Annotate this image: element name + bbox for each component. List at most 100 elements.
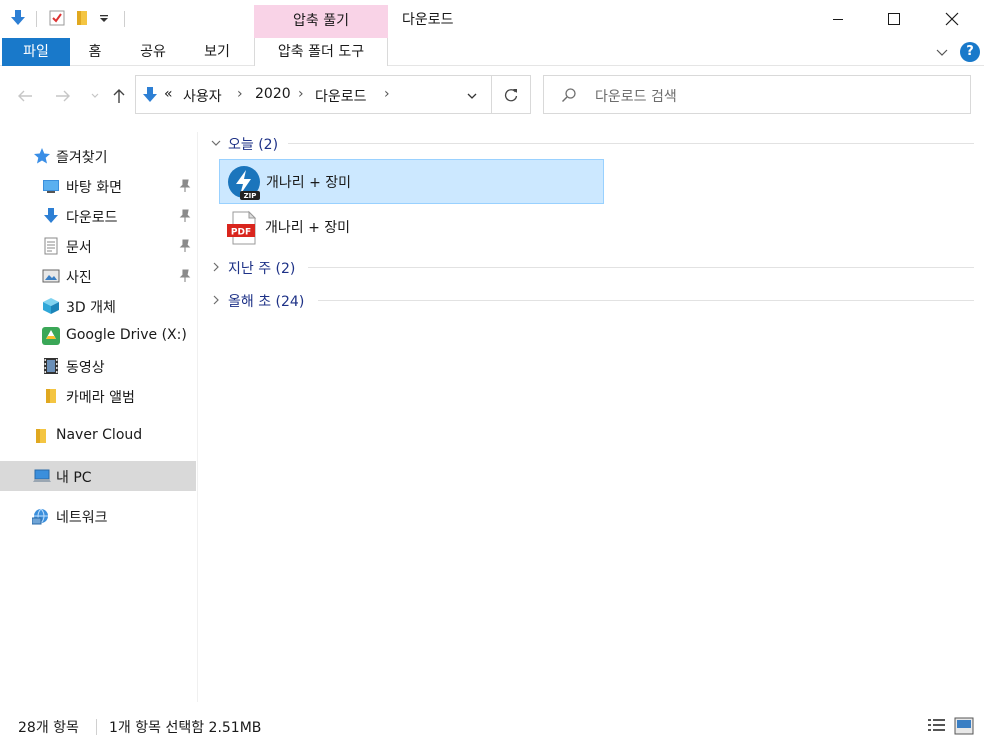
maximize-icon [888, 13, 900, 25]
sidebar-item-label: 내 PC [56, 470, 92, 486]
tab-view[interactable]: 보기 [194, 38, 240, 66]
sidebar-item-naver-cloud[interactable]: Naver Cloud [0, 421, 196, 451]
folder-icon [46, 389, 56, 403]
file-list: 오늘 (2) ZIP 개나리 + 장미 PDF 개나리 + 장미 지난 주 (2… [206, 128, 976, 698]
refresh-icon [504, 88, 517, 101]
sidebar-item-quick-access[interactable]: 즐겨찾기 [0, 141, 196, 171]
breadcrumb-downloads[interactable]: 다운로드 [315, 86, 367, 106]
sidebar-item-desktop[interactable]: 바탕 화면 [0, 171, 196, 201]
pin-icon[interactable] [179, 179, 191, 193]
sidebar-item-3d-objects[interactable]: 3D 개체 [0, 291, 196, 321]
sidebar-item-label: 사진 [66, 270, 92, 286]
file-badge: ZIP [244, 192, 257, 200]
folder-icon [36, 429, 46, 443]
group-header-today[interactable]: 오늘 (2) [206, 131, 974, 155]
sidebar-item-label: 다운로드 [66, 210, 118, 226]
sidebar-item-label: 카메라 앨범 [66, 390, 135, 406]
ribbon-tabs: 파일 홈 공유 보기 압축 폴더 도구 ? [0, 38, 984, 66]
file-name: 개나리 + 장미 [265, 220, 351, 236]
pdf-file-icon: PDF [227, 210, 257, 245]
breadcrumb-users[interactable]: 사용자 [183, 86, 222, 106]
properties-icon[interactable] [48, 9, 66, 27]
minimize-button[interactable] [810, 0, 866, 38]
maximize-button[interactable] [866, 0, 922, 38]
address-overflow[interactable]: « [164, 86, 173, 102]
up-button[interactable] [108, 85, 130, 107]
sidebar-item-downloads[interactable]: 다운로드 [0, 201, 196, 231]
tab-share[interactable]: 공유 [130, 38, 176, 66]
file-name: 개나리 + 장미 [266, 175, 352, 191]
sidebar-item-this-pc[interactable]: 내 PC [0, 461, 196, 491]
expand-ribbon-chevron-icon[interactable] [934, 44, 950, 60]
item-count: 28개 항목 [18, 720, 79, 736]
breadcrumb-2020[interactable]: 2020 [255, 86, 291, 102]
breadcrumb-separator: › [298, 86, 304, 102]
tab-file[interactable]: 파일 [2, 38, 70, 66]
pin-icon[interactable] [179, 269, 191, 283]
group-label: 오늘 (2) [228, 137, 279, 153]
tab-compressed-folder-tools[interactable]: 압축 폴더 도구 [254, 38, 388, 66]
divider [36, 11, 37, 27]
title-bar: 압축 풀기 다운로드 [0, 0, 984, 38]
sidebar-item-camera-roll[interactable]: 카메라 앨범 [0, 381, 196, 411]
group-divider [318, 300, 974, 301]
breadcrumb-separator: › [384, 86, 390, 102]
group-header-last-week[interactable]: 지난 주 (2) [206, 255, 974, 279]
new-folder-icon[interactable] [75, 9, 91, 27]
sidebar-item-documents[interactable]: 문서 [0, 231, 196, 261]
customize-toolbar-icon[interactable] [99, 14, 109, 24]
window-title: 다운로드 [402, 12, 454, 28]
network-icon [32, 508, 48, 525]
group-label: 올해 초 (24) [228, 294, 305, 310]
close-button[interactable] [924, 0, 980, 38]
refresh-button[interactable] [491, 75, 531, 114]
search-placeholder: 다운로드 검색 [595, 89, 677, 105]
back-button[interactable] [14, 85, 36, 107]
chevron-down-icon [91, 93, 99, 98]
download-arrow-icon[interactable] [9, 9, 27, 27]
group-divider [308, 267, 974, 268]
arrow-left-icon [18, 90, 32, 102]
tab-home[interactable]: 홈 [78, 38, 112, 66]
sidebar-item-videos[interactable]: 동영상 [0, 351, 196, 381]
forward-button[interactable] [52, 85, 74, 107]
context-header: 압축 풀기 [254, 5, 388, 38]
sidebar-item-google-drive[interactable]: Google Drive (X:) [0, 321, 196, 351]
sidebar-item-label: Naver Cloud [56, 427, 143, 443]
large-icons-view-icon[interactable] [954, 717, 974, 735]
minimize-icon [833, 19, 843, 20]
desktop-icon [43, 180, 59, 193]
help-button[interactable]: ? [960, 42, 980, 62]
sidebar-item-pictures[interactable]: 사진 [0, 261, 196, 291]
sidebar-item-label: Google Drive (X:) [66, 327, 187, 343]
group-divider [288, 143, 974, 144]
3d-objects-icon [43, 298, 59, 314]
group-header-earlier-this-year[interactable]: 올해 초 (24) [206, 288, 974, 312]
download-arrow-icon [44, 208, 58, 223]
star-icon [34, 148, 50, 164]
list-item[interactable]: ZIP 개나리 + 장미 [219, 159, 604, 204]
pin-icon[interactable] [179, 239, 191, 253]
computer-icon [33, 469, 51, 482]
details-view-icon[interactable] [927, 717, 947, 735]
search-box[interactable]: 다운로드 검색 [543, 75, 971, 114]
list-item[interactable]: PDF 개나리 + 장미 [219, 205, 604, 250]
recent-locations-button[interactable] [84, 85, 106, 107]
search-icon [562, 88, 576, 102]
sidebar-item-network[interactable]: 네트워크 [0, 501, 196, 531]
chevron-right-icon [213, 262, 219, 272]
pin-icon[interactable] [179, 209, 191, 223]
chevron-right-icon [213, 295, 219, 305]
divider [124, 11, 125, 27]
video-icon [44, 358, 58, 374]
sidebar-item-label: 동영상 [66, 360, 105, 376]
status-bar: 28개 항목 1개 항목 선택함 2.51MB [0, 710, 984, 742]
zip-file-icon: ZIP [228, 166, 260, 200]
status-divider [96, 719, 97, 735]
address-bar[interactable]: « 사용자 › 2020 › 다운로드 › [135, 75, 492, 114]
file-badge: PDF [231, 228, 251, 238]
address-history-chevron-icon[interactable] [466, 90, 478, 102]
sidebar-item-label: 3D 개체 [66, 300, 116, 316]
group-label: 지난 주 (2) [228, 261, 296, 277]
pictures-icon [42, 269, 60, 283]
